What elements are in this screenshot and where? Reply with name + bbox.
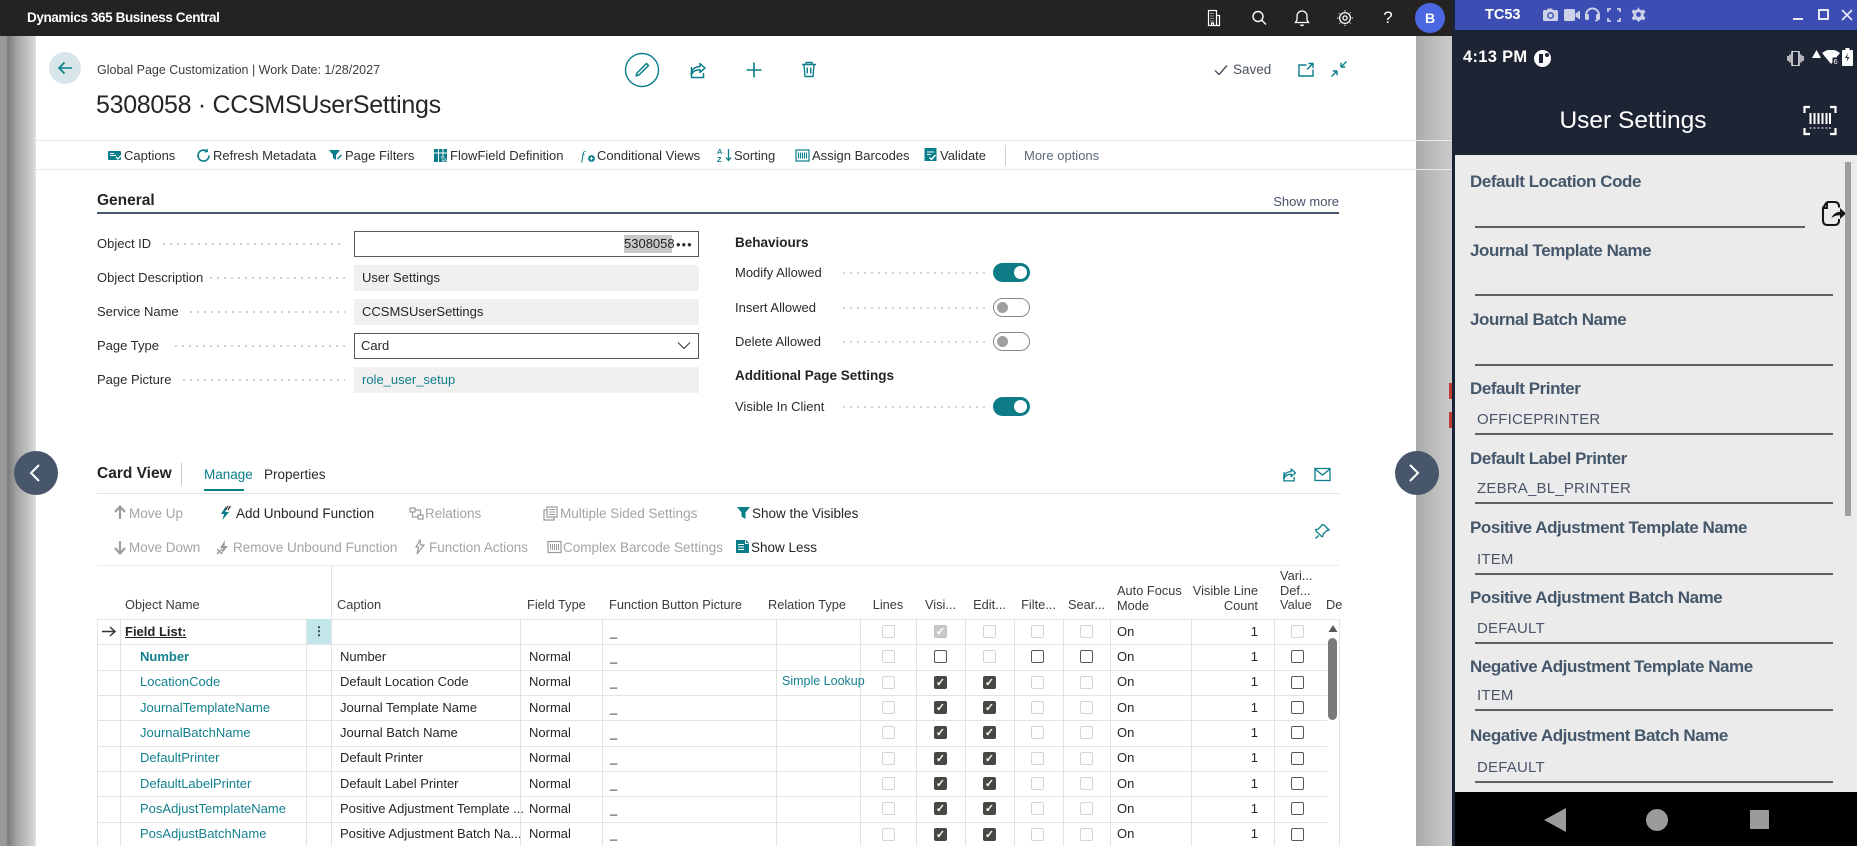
svg-text:f: f	[581, 148, 587, 163]
svg-text:Z: Z	[717, 155, 722, 163]
svg-text:6: 6	[1834, 57, 1838, 64]
